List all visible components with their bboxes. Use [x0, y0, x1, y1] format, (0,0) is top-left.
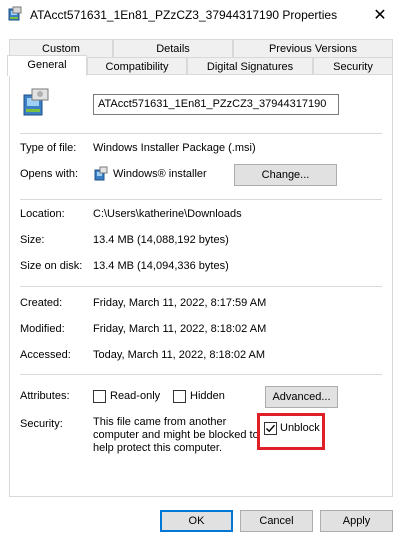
cancel-button[interactable]: Cancel [240, 510, 313, 532]
window-title: ATAcct571631_1En81_PZzCZ3_37944317190 Pr… [30, 8, 338, 22]
close-icon: ✕ [373, 7, 387, 24]
ok-button[interactable]: OK [160, 510, 233, 532]
title-bar: ATAcct571631_1En81_PZzCZ3_37944317190 Pr… [0, 0, 402, 30]
tab-previous-versions[interactable]: Previous Versions [233, 39, 393, 58]
advanced-button[interactable]: Advanced... [265, 386, 338, 408]
file-name-field[interactable]: ATAcct571631_1En81_PZzCZ3_37944317190 [93, 94, 339, 115]
apply-button[interactable]: Apply [320, 510, 393, 532]
change-button[interactable]: Change... [234, 164, 337, 186]
msi-package-icon [8, 6, 22, 21]
checkmark-icon [266, 424, 276, 433]
readonly-checkbox[interactable] [93, 390, 106, 403]
close-button[interactable]: ✕ [358, 0, 402, 30]
tab-general[interactable]: General [7, 55, 87, 76]
hidden-checkbox[interactable] [173, 390, 186, 403]
unblock-checkbox[interactable] [264, 422, 277, 435]
tab-details[interactable]: Details [113, 39, 233, 58]
general-panel [9, 74, 393, 497]
